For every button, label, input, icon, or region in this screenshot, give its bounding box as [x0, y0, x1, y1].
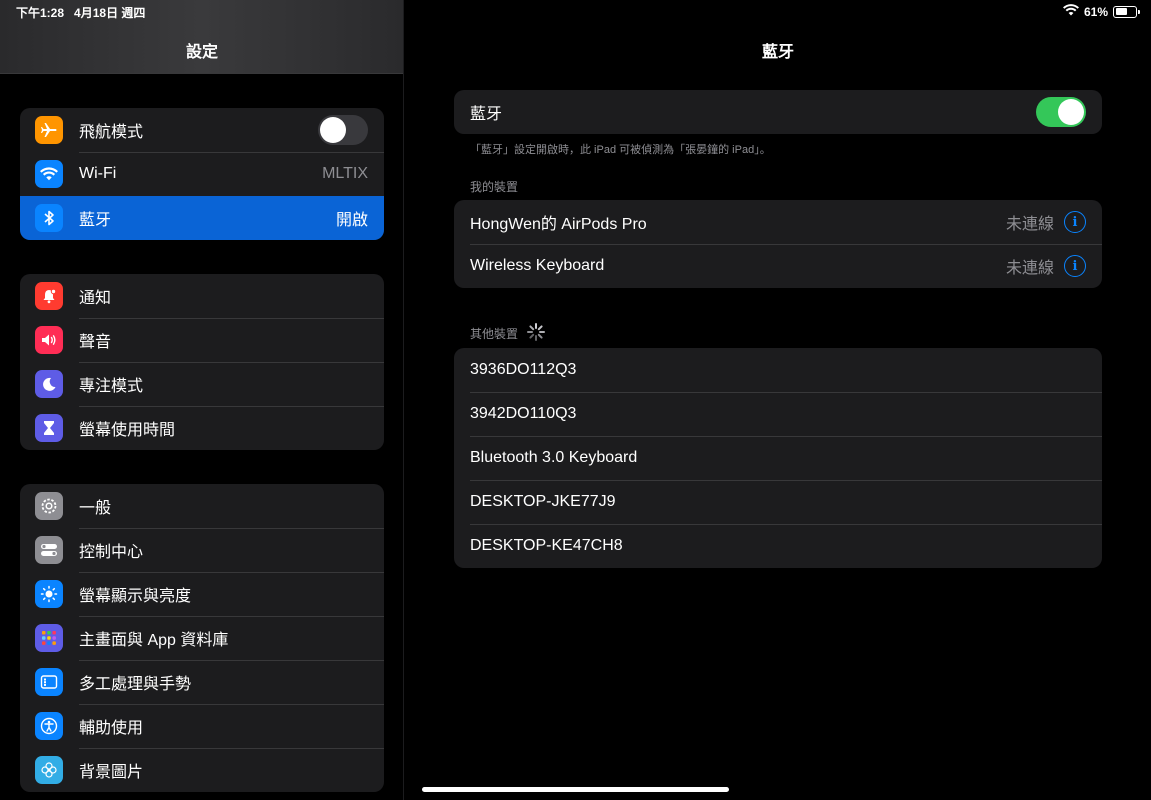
sidebar-item-airplane-mode[interactable]: 飛航模式	[20, 108, 384, 152]
info-icon[interactable]: i	[1064, 255, 1086, 277]
sidebar-item-label: 通知	[79, 290, 112, 307]
gear-icon	[35, 492, 63, 520]
sidebar-item-label: 螢幕使用時間	[79, 422, 176, 439]
wifi-network-value: MLTIX	[322, 165, 368, 182]
device-name: 3936DO112Q3	[470, 361, 577, 378]
list-item[interactable]: 3942DO110Q3	[454, 392, 1102, 436]
status-indicators: 61%	[1062, 4, 1140, 19]
info-icon[interactable]: i	[1064, 211, 1086, 233]
multitask-icon	[35, 668, 63, 696]
sidebar-item-label: 聲音	[79, 334, 112, 351]
wifi-icon	[35, 160, 63, 188]
home-indicator[interactable]	[422, 787, 729, 792]
toggle-knob	[320, 117, 346, 143]
moon-icon	[35, 370, 63, 398]
sidebar-item-focus[interactable]: 專注模式	[20, 362, 384, 406]
sidebar-group-connectivity: 飛航模式 Wi-Fi MLTIX 藍牙 開啟	[20, 108, 384, 240]
bluetooth-detail-pane: 藍牙 藍牙 「藍牙」設定開啟時，此 iPad 可被偵測為「張晏鐘的 iPad」。…	[405, 0, 1151, 800]
sidebar-item-bluetooth[interactable]: 藍牙 開啟	[20, 196, 384, 240]
flower-icon	[35, 756, 63, 784]
sidebar-title: 設定	[185, 44, 218, 61]
section-title: 其他裝置	[470, 327, 519, 341]
hourglass-icon	[35, 414, 63, 442]
bluetooth-toggle-card: 藍牙	[454, 90, 1102, 134]
battery-icon	[1113, 5, 1140, 18]
sidebar-item-label: 輔助使用	[79, 720, 144, 737]
bluetooth-footnote: 「藍牙」設定開啟時，此 iPad 可被偵測為「張晏鐘的 iPad」。	[470, 144, 771, 156]
sidebar-item-multitasking[interactable]: 多工處理與手勢	[20, 660, 384, 704]
sidebar-item-control-center[interactable]: 控制中心	[20, 528, 384, 572]
device-status: 未連線	[1005, 216, 1054, 233]
sidebar-group-general: 一般 控制中心 螢幕顯示與亮度 主畫面與 App 資料庫 多工處理與手勢 輔助使…	[20, 484, 384, 792]
status-time: 下午1:28	[16, 6, 65, 20]
device-name: DESKTOP-JKE77J9	[470, 493, 616, 510]
sidebar-item-general[interactable]: 一般	[20, 484, 384, 528]
bluetooth-icon	[35, 204, 63, 232]
airplane-mode-toggle[interactable]	[318, 115, 368, 145]
sidebar-item-label: Wi-Fi	[79, 165, 117, 182]
sidebar-item-wallpaper[interactable]: 背景圖片	[20, 748, 384, 792]
toggle-knob	[1058, 99, 1084, 125]
list-item[interactable]: HongWen的 AirPods Pro 未連線 i	[454, 200, 1102, 244]
list-item[interactable]: Wireless Keyboard 未連線 i	[454, 244, 1102, 288]
sidebar-item-accessibility[interactable]: 輔助使用	[20, 704, 384, 748]
status-date: 4月18日 週四	[74, 6, 146, 20]
sidebar-item-label: 一般	[79, 500, 112, 517]
sidebar-item-screen-time[interactable]: 螢幕使用時間	[20, 406, 384, 450]
device-status: 未連線	[1005, 260, 1054, 277]
settings-sidebar: 設定 飛航模式 Wi-Fi MLTIX 藍牙 開啟 通知 聲音 專注模式 螢幕使…	[0, 0, 404, 800]
switches-icon	[35, 536, 63, 564]
list-item[interactable]: 3936DO112Q3	[454, 348, 1102, 392]
list-item[interactable]: Bluetooth 3.0 Keyboard	[454, 436, 1102, 480]
other-devices-header: 其他裝置	[470, 322, 546, 345]
airplane-icon	[35, 116, 63, 144]
bluetooth-toggle[interactable]	[1036, 97, 1086, 127]
speaker-icon	[35, 326, 63, 354]
device-name: Bluetooth 3.0 Keyboard	[470, 449, 638, 466]
battery-percent: 61%	[1083, 4, 1108, 19]
other-devices-list: 3936DO112Q3 3942DO110Q3 Bluetooth 3.0 Ke…	[454, 348, 1102, 568]
bluetooth-toggle-row: 藍牙	[454, 90, 1102, 134]
wifi-status-icon	[1062, 4, 1079, 19]
sidebar-group-notifications: 通知 聲音 專注模式 螢幕使用時間	[20, 274, 384, 450]
sun-icon	[35, 580, 63, 608]
sidebar-item-label: 專注模式	[79, 378, 144, 395]
my-devices-list: HongWen的 AirPods Pro 未連線 i Wireless Keyb…	[454, 200, 1102, 288]
sidebar-item-notifications[interactable]: 通知	[20, 274, 384, 318]
device-name: 3942DO110Q3	[470, 405, 577, 422]
sidebar-item-label: 控制中心	[79, 544, 144, 561]
sidebar-item-label: 飛航模式	[79, 124, 144, 141]
sidebar-item-label: 藍牙	[79, 212, 112, 229]
sidebar-item-label: 主畫面與 App 資料庫	[79, 632, 229, 649]
section-title: 我的裝置	[470, 180, 519, 194]
accessibility-icon	[35, 712, 63, 740]
list-item[interactable]: DESKTOP-KE47CH8	[454, 524, 1102, 568]
status-time-date: 下午1:28 4月18日 週四	[16, 4, 145, 21]
bluetooth-label: 藍牙	[470, 106, 503, 123]
sidebar-item-home-screen[interactable]: 主畫面與 App 資料庫	[20, 616, 384, 660]
sidebar-item-wifi[interactable]: Wi-Fi MLTIX	[20, 152, 384, 196]
sidebar-item-display[interactable]: 螢幕顯示與亮度	[20, 572, 384, 616]
sidebar-item-sounds[interactable]: 聲音	[20, 318, 384, 362]
bluetooth-state-value: 開啟	[335, 212, 368, 229]
device-name: DESKTOP-KE47CH8	[470, 537, 623, 554]
device-name: HongWen的 AirPods Pro	[470, 216, 647, 233]
sidebar-item-label: 背景圖片	[79, 764, 144, 781]
page-title: 藍牙	[761, 44, 794, 61]
grid-icon	[35, 624, 63, 652]
spinner-icon	[526, 322, 546, 345]
bell-icon	[35, 282, 63, 310]
sidebar-item-label: 螢幕顯示與亮度	[79, 588, 192, 605]
sidebar-item-label: 多工處理與手勢	[79, 676, 192, 693]
my-devices-header: 我的裝置	[470, 178, 518, 195]
battery-level	[1115, 8, 1128, 15]
list-item[interactable]: DESKTOP-JKE77J9	[454, 480, 1102, 524]
device-name: Wireless Keyboard	[470, 257, 605, 274]
